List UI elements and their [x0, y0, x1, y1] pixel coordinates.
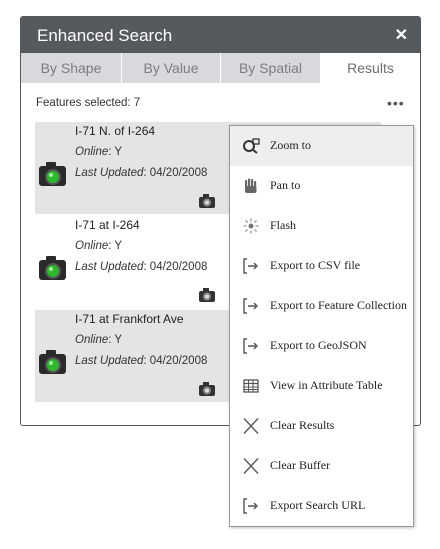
features-selected-count: Features selected: 7 [36, 97, 141, 109]
more-options-icon[interactable]: ••• [387, 95, 405, 111]
menu-item-label: Export Search URL [270, 498, 366, 512]
camera-icon [39, 162, 66, 186]
menu-item-label: Zoom to [270, 138, 311, 152]
camera-icon [39, 256, 66, 280]
menu-item-export-search-url[interactable]: Export Search URL [230, 486, 413, 526]
result-title: I-71 at I-264 [75, 218, 140, 232]
result-last-updated: Last Updated: 04/20/2008 [75, 355, 208, 367]
webcam-icon[interactable] [197, 286, 217, 304]
result-title: I-71 at Frankfort Ave [75, 312, 184, 326]
close-icon[interactable]: ✕ [395, 25, 408, 45]
export-icon [243, 258, 258, 274]
result-last-updated: Last Updated: 04/20/2008 [75, 261, 208, 273]
menu-item-label: Export to CSV file [270, 258, 361, 272]
result-last-updated: Last Updated: 04/20/2008 [75, 167, 208, 179]
panel-title: Enhanced Search [37, 26, 173, 45]
menu-item-label: Export to GeoJSON [270, 338, 367, 352]
flash-icon [243, 218, 259, 234]
export-icon [243, 338, 258, 354]
result-online: Online: Y [75, 334, 123, 346]
menu-item-label: Pan to [270, 178, 301, 192]
menu-item-clear-buffer[interactable]: Clear Buffer [230, 446, 413, 486]
export-icon [243, 498, 258, 514]
clear-x-icon [243, 458, 259, 474]
menu-item-label: Clear Results [270, 418, 335, 432]
clear-x-icon [243, 418, 259, 434]
tab-by-shape[interactable]: By Shape [21, 53, 122, 83]
camera-icon [39, 350, 66, 374]
result-online: Online: Y [75, 240, 123, 252]
tab-by-value[interactable]: By Value [122, 53, 221, 83]
export-icon [243, 298, 258, 314]
menu-item-export-feature-collection[interactable]: Export to Feature Collection [230, 286, 413, 326]
tab-bar: By Shape By Value By Spatial Results [21, 53, 420, 83]
menu-item-zoom-to[interactable]: Zoom to [230, 126, 413, 166]
menu-item-label: View in Attribute Table [270, 378, 383, 392]
panel-titlebar: Enhanced Search ✕ [21, 17, 420, 53]
table-icon [243, 379, 259, 393]
menu-item-label: Export to Feature Collection [270, 298, 407, 312]
zoom-to-icon [243, 138, 260, 154]
results-context-menu: Zoom to Pan to Flash Export to CSV file … [229, 125, 414, 527]
tab-by-spatial[interactable]: By Spatial [221, 53, 321, 83]
webcam-icon[interactable] [197, 192, 217, 210]
result-online: Online: Y [75, 146, 123, 158]
tab-results[interactable]: Results [321, 53, 420, 83]
menu-item-view-attribute-table[interactable]: View in Attribute Table [230, 366, 413, 406]
menu-item-flash[interactable]: Flash [230, 206, 413, 246]
menu-item-label: Flash [270, 218, 297, 232]
menu-item-export-csv[interactable]: Export to CSV file [230, 246, 413, 286]
menu-item-export-geojson[interactable]: Export to GeoJSON [230, 326, 413, 366]
menu-item-label: Clear Buffer [270, 458, 331, 472]
menu-item-clear-results[interactable]: Clear Results [230, 406, 413, 446]
menu-item-pan-to[interactable]: Pan to [230, 166, 413, 206]
pan-hand-icon [245, 178, 257, 193]
result-title: I-71 N. of I-264 [75, 124, 156, 138]
webcam-icon[interactable] [197, 380, 217, 398]
